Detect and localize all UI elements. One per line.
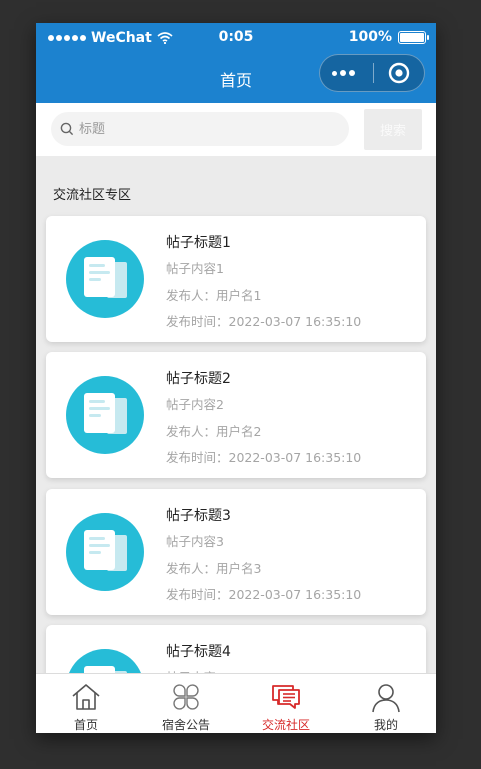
post-author: 发布人：用户名3	[166, 561, 262, 576]
home-icon	[72, 684, 100, 710]
post-title: 帖子标题1	[166, 235, 231, 251]
tab-label: 交流社区	[261, 718, 310, 732]
post-card[interactable]: 帖子标题1 帖子内容1 发布人：用户名1 发布时间：2022-03-07 16:…	[46, 216, 426, 342]
tab-label: 首页	[73, 718, 98, 732]
tab-profile[interactable]: 我的	[336, 674, 436, 733]
document-icon	[66, 376, 144, 454]
post-time: 发布时间：2022-03-07 16:35:10	[166, 587, 362, 602]
post-content: 帖子内容2	[166, 397, 224, 412]
section-title: 交流社区专区	[53, 188, 132, 203]
post-time: 发布时间：2022-03-07 16:35:10	[166, 314, 362, 329]
chat-icon	[272, 685, 300, 709]
tab-dorm-notice[interactable]: 宿舍公告	[136, 674, 236, 733]
phone-screen: WeChat 0:05 100% 首页 标题 搜索 交流社区专区 帖子标题1 帖…	[36, 23, 436, 733]
status-bar: WeChat 0:05 100%	[36, 23, 436, 53]
mini-program-capsule	[319, 54, 425, 92]
tab-label: 宿舍公告	[161, 718, 210, 732]
search-bar: 搜索	[36, 103, 436, 156]
post-card[interactable]: 帖子标题3 帖子内容3 发布人：用户名3 发布时间：2022-03-07 16:…	[46, 489, 426, 615]
more-options-icon[interactable]	[332, 70, 355, 76]
clover-icon	[173, 684, 199, 710]
search-icon	[60, 122, 74, 136]
post-content: 帖子内容1	[166, 261, 224, 276]
search-input[interactable]	[79, 112, 339, 146]
post-content: 帖子内容3	[166, 534, 224, 549]
battery-status: 100%	[348, 29, 429, 45]
post-title: 帖子标题2	[166, 371, 231, 387]
battery-icon	[398, 30, 429, 44]
post-card[interactable]: 帖子标题2 帖子内容2 发布人：用户名2 发布时间：2022-03-07 16:…	[46, 352, 426, 478]
search-box[interactable]	[51, 112, 349, 146]
post-time: 发布时间：2022-03-07 16:35:10	[166, 450, 362, 465]
top-bar: WeChat 0:05 100% 首页	[36, 23, 436, 103]
battery-percent: 100%	[348, 29, 392, 45]
post-author: 发布人：用户名2	[166, 424, 262, 439]
tab-community[interactable]: 交流社区	[236, 674, 336, 733]
document-icon	[66, 240, 144, 318]
post-title: 帖子标题3	[166, 508, 231, 524]
capsule-divider	[373, 63, 374, 83]
post-author: 发布人：用户名1	[166, 288, 262, 303]
post-title: 帖子标题4	[166, 644, 231, 660]
user-icon	[372, 684, 400, 713]
tab-bar: 首页 宿舍公告 交流社区 我的	[36, 673, 436, 733]
tab-home[interactable]: 首页	[36, 674, 136, 733]
close-target-icon[interactable]	[388, 62, 410, 84]
tab-label: 我的	[373, 718, 398, 732]
document-icon	[66, 513, 144, 591]
search-button[interactable]: 搜索	[364, 109, 422, 150]
